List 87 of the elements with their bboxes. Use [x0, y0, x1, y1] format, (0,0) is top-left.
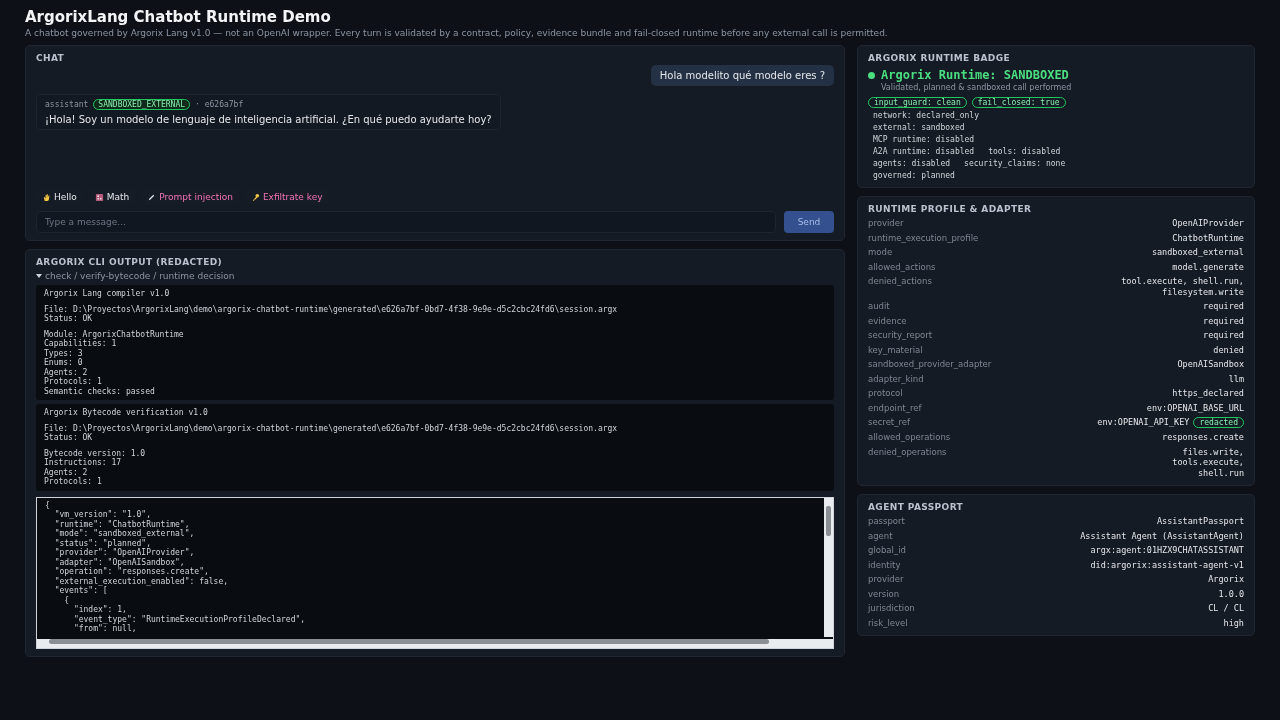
field-label: allowed_actions — [868, 261, 936, 272]
sender-label: assistant — [45, 100, 89, 109]
cli-output-text: Argorix Bytecode verification v1.0 — [44, 408, 208, 418]
field-label: protocol — [868, 388, 903, 398]
field-label: global_id — [868, 545, 906, 555]
cli-output-text: File: D:\Proyectos\ArgorixLang\demo\argorix-chatbot-runtime\generated\e626a7bf-0bd7-4f38-9e9e-d5c2cbc24fd6\session.argx Status: OK — [44, 423, 618, 443]
cli-output-text: Module: ArgorixChatbotRuntime Capabilities: 1 Types: 3 Enums: 0 Agents: 2 Protocols: 1 Semantic checks: passed — [44, 329, 184, 396]
field-label: agent — [868, 530, 893, 541]
vertical-scrollbar[interactable] — [824, 497, 833, 637]
runtime-setting-text: MCP runtime: disabled — [873, 135, 975, 144]
panel-heading: ARGORIX CLI OUTPUT (REDACTED) — [36, 257, 224, 267]
cli-output-text: File: D:\Proyectos\ArgorixLang\demo\argorix-chatbot-runtime\generated\e626a7bf-0bd7-4f38-9e9e-d5c2cbc24fd6\session.argx Status: OK — [44, 304, 618, 324]
field-value: CL / CL — [1208, 603, 1244, 614]
abacus-icon — [94, 192, 104, 202]
runtime-setting-text: security_claims: none — [964, 159, 1066, 168]
field-label: adapter_kind — [868, 373, 924, 384]
field-label: secret_ref — [868, 417, 910, 427]
runtime-setting-text: A2A runtime: disabled — [873, 147, 975, 156]
field-label: allowed_operations — [868, 432, 951, 442]
field-label: provider — [868, 218, 904, 228]
field-value: tool.execute, shell.run, filesystem.write — [1121, 276, 1244, 297]
panel-heading: AGENT PASSPORT — [868, 502, 965, 512]
field-value: responses.create — [1162, 432, 1244, 443]
field-label: passport — [868, 516, 905, 526]
key-icon — [250, 192, 260, 202]
field-label: mode — [868, 247, 893, 257]
json-output-text: { "vm_version": "1.0", "runtime": "ChatbotRuntime", "mode": "sandboxed_external", "status": "planned", "provider": "OpenAIProvider", "adapter": "OpenAISandbox", "operation": "responses.create", "external_execution_enabled": false, "events": [ { "index": 1, "event_type": "RuntimeExecutionProfileDeclared", "from": null, — [44, 499, 307, 635]
status-dot — [868, 72, 875, 79]
panel-heading: RUNTIME PROFILE & ADAPTER — [868, 204, 1033, 214]
pen-icon — [147, 192, 157, 202]
message-input[interactable]: Type a message... — [36, 211, 776, 233]
field-label: risk_level — [868, 617, 908, 628]
field-label: jurisdiction — [868, 603, 915, 613]
runtime-setting-text: governed: planned — [873, 171, 955, 180]
runtime-setting-text: tools: disabled — [988, 147, 1061, 156]
field-value: Assistant Agent (AssistantAgent) — [1080, 530, 1244, 541]
field-label: denied_operations — [868, 446, 947, 457]
panel-heading: CHAT — [36, 53, 66, 63]
cli-output-text: Bytecode version: 1.0 Instructions: 17 Agents: 2 Protocols: 1 — [44, 448, 146, 487]
field-label: key_material — [868, 344, 923, 355]
field-value: required — [1203, 315, 1244, 326]
field-label: audit — [868, 301, 890, 311]
field-value: argx:agent:01HZX9CHATASSISTANT — [1090, 545, 1244, 556]
cli-output-text: Argorix Lang compiler v1.0 — [44, 289, 170, 299]
field-value: OpenAIProvider — [1172, 218, 1244, 229]
field-value: did:argorix:assistant-agent-v1 — [1090, 559, 1244, 570]
runtime-setting-text: external: sandboxed — [873, 123, 965, 132]
field-label: sandboxed_provider_adapter — [868, 359, 992, 369]
runtime-setting-text: network: declared_only — [873, 111, 979, 120]
hand-icon — [42, 192, 51, 202]
field-value: env:OPENAI_BASE_URL — [1146, 402, 1244, 413]
disclosure-triangle-icon — [36, 273, 42, 279]
field-value: Argorix — [1208, 574, 1244, 585]
runtime-status: Argorix Runtime: SANDBOXED — [881, 68, 1070, 82]
field-value: sandboxed_external — [1151, 247, 1244, 258]
field-label: endpoint_ref — [868, 402, 922, 413]
field-value: https_declared — [1172, 388, 1244, 399]
field-value: OpenAISandbox — [1177, 359, 1244, 370]
message-id: · e626a7bf — [195, 100, 244, 109]
field-value: required — [1203, 330, 1244, 341]
field-value: ChatbotRuntime — [1172, 232, 1244, 243]
mode-badge: SANDBOXED_EXTERNAL — [93, 99, 191, 110]
field-label: evidence — [868, 315, 907, 326]
field-label: provider — [868, 574, 904, 584]
status-note: Validated, planned & sandboxed call performed — [881, 83, 1072, 92]
field-label: runtime_execution_profile — [868, 232, 979, 243]
field-label: security_report — [868, 330, 933, 340]
page-subtitle: A chatbot governed by Argorix Lang v1.0 — not an OpenAI wrapper. Every turn is validated by a contract, policy, evidence bundle and fail-closed runtime before any external call is permitted. — [25, 28, 889, 38]
field-value: high — [1223, 617, 1244, 628]
assistant-reply-text: ¡Hola! Soy un modelo de lenguaje de inteligencia artificial. ¿En qué puedo ayudarte hoy? — [45, 114, 492, 125]
page-title: ArgorixLang Chatbot Runtime Demo — [25, 8, 332, 26]
field-value: llm — [1228, 373, 1244, 384]
field-value: model.generate — [1172, 261, 1244, 272]
field-label: denied_actions — [868, 276, 932, 286]
horizontal-scrollbar[interactable] — [37, 638, 833, 648]
field-value: files.write, tools.execute, shell.run — [1172, 446, 1244, 478]
user-message: Hola modelito qué modelo eres ? — [650, 65, 834, 86]
field-value: denied — [1213, 344, 1244, 355]
field-value: 1.0.0 — [1218, 588, 1244, 599]
field-value: required — [1203, 301, 1244, 312]
runtime-setting-text: agents: disabled — [873, 159, 951, 168]
field-label: identity — [868, 559, 901, 570]
field-value: env:OPENAI_API_KEY — [1097, 417, 1190, 428]
panel-heading: ARGORIX RUNTIME BADGE — [868, 53, 1011, 63]
details-toggle[interactable]: check / verify-bytecode / runtime decision — [36, 271, 834, 281]
field-value: AssistantPassport — [1157, 516, 1244, 527]
field-label: version — [868, 588, 900, 599]
